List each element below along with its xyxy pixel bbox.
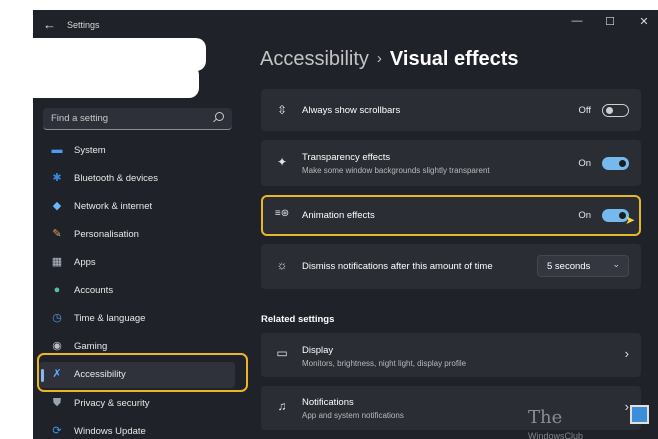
monitor-icon: ▬ <box>51 144 63 156</box>
gamepad-icon: ◉ <box>52 340 62 352</box>
setting-title: Notifications <box>302 397 354 408</box>
search-input[interactable]: Find a setting <box>43 108 232 130</box>
person-icon: ● <box>53 284 61 296</box>
watermark-url: WindowsClub <box>528 431 584 439</box>
scrollbar-icon: ⇳ <box>276 103 288 117</box>
maximize-button[interactable]: ☐ <box>603 15 617 28</box>
chevron-right-icon: › <box>624 399 629 414</box>
page-title: Visual effects <box>389 48 519 70</box>
dropdown-value: 5 seconds <box>547 261 591 272</box>
settings-window: ← Settings — ☐ ✕ Find a setting ▬ System… <box>33 10 658 439</box>
sidebar-item-privacy[interactable]: ⛊ Privacy & security <box>39 391 235 417</box>
setting-transparency: ✦ Transparency effects Make some window … <box>261 140 641 186</box>
setting-title: Transparency effects <box>302 152 391 163</box>
setting-title: Always show scrollbars <box>302 105 401 116</box>
search-icon[interactable] <box>215 112 224 121</box>
display-icon: ▭ <box>276 346 288 360</box>
setting-notifications-timeout: ☼ Dismiss notifications after this amoun… <box>261 244 641 289</box>
setting-title: Dismiss notifications after this amount … <box>302 261 493 272</box>
shield-icon: ⛊ <box>52 397 62 409</box>
sidebar-item-bluetooth[interactable]: ✱ Bluetooth & devices <box>39 166 235 192</box>
title-bar: ← Settings — ☐ ✕ <box>33 10 658 40</box>
sidebar-item-label: System <box>74 145 106 156</box>
setting-title: Display <box>302 345 334 356</box>
update-icon: ⟳ <box>52 425 62 437</box>
bell-icon: ♫ <box>277 399 287 413</box>
setting-subtitle: Make some window backgrounds slightly tr… <box>302 166 490 175</box>
chevron-right-icon: › <box>376 50 382 67</box>
chevron-down-icon: ⌄ <box>612 259 620 269</box>
sidebar-item-accounts[interactable]: ● Accounts <box>39 278 235 304</box>
section-heading: Related settings <box>261 314 335 325</box>
sidebar-item-label: Time & language <box>74 313 146 324</box>
sidebar-item-label: Gaming <box>74 341 108 352</box>
sidebar-item-system[interactable]: ▬ System <box>39 138 235 164</box>
sidebar-item-apps[interactable]: ▦ Apps <box>39 250 235 276</box>
sidebar-item-network[interactable]: ◆ Network & internet <box>39 194 235 220</box>
related-notifications[interactable]: ♫ Notifications App and system notificat… <box>261 386 641 430</box>
toggle-state-label: On <box>578 158 591 169</box>
breadcrumb: Accessibility › Visual effects <box>260 48 519 71</box>
scrollbars-toggle[interactable] <box>602 104 629 117</box>
setting-scrollbars: ⇳ Always show scrollbars Off <box>261 89 641 131</box>
toggle-state-label: Off <box>578 105 592 116</box>
setting-subtitle: App and system notifications <box>302 411 404 420</box>
sidebar-item-label: Bluetooth & devices <box>74 173 158 184</box>
sidebar-item-label: Network & internet <box>74 201 153 212</box>
highlight-box <box>261 195 641 236</box>
sidebar-item-label: Privacy & security <box>74 398 150 409</box>
wifi-icon: ◆ <box>52 200 62 212</box>
search-placeholder: Find a setting <box>51 113 109 124</box>
minimize-button[interactable]: — <box>570 15 584 27</box>
app-title: Settings <box>67 20 100 30</box>
sidebar-item-personalisation[interactable]: ✎ Personalisation <box>39 222 235 248</box>
watermark-text: The <box>528 407 563 428</box>
transparency-icon: ✦ <box>276 155 288 169</box>
setting-subtitle: Monitors, brightness, night light, displ… <box>302 359 467 368</box>
apps-icon: ▦ <box>51 256 63 268</box>
transparency-toggle[interactable] <box>602 157 629 170</box>
sidebar-item-label: Windows Update <box>74 426 146 437</box>
redaction-overlay <box>33 65 199 98</box>
sidebar-item-label: Personalisation <box>74 229 139 240</box>
breadcrumb-parent[interactable]: Accessibility <box>260 48 369 70</box>
globe-clock-icon: ◷ <box>52 312 62 324</box>
timeout-dropdown[interactable]: 5 seconds ⌄ <box>537 255 629 277</box>
sidebar-item-label: Apps <box>74 257 96 268</box>
watermark-logo-icon <box>630 405 649 424</box>
close-button[interactable]: ✕ <box>637 15 651 28</box>
bluetooth-icon: ✱ <box>52 172 62 184</box>
back-arrow-icon[interactable]: ← <box>43 17 56 32</box>
sidebar-item-time-language[interactable]: ◷ Time & language <box>39 306 235 332</box>
brush-icon: ✎ <box>52 228 62 240</box>
sidebar-item-label: Accounts <box>74 285 114 296</box>
chevron-right-icon: › <box>624 346 629 361</box>
sidebar-item-windows-update[interactable]: ⟳ Windows Update <box>39 419 235 439</box>
sun-icon: ☼ <box>276 258 288 272</box>
related-display[interactable]: ▭ Display Monitors, brightness, night li… <box>261 333 641 377</box>
highlight-box <box>37 353 248 392</box>
